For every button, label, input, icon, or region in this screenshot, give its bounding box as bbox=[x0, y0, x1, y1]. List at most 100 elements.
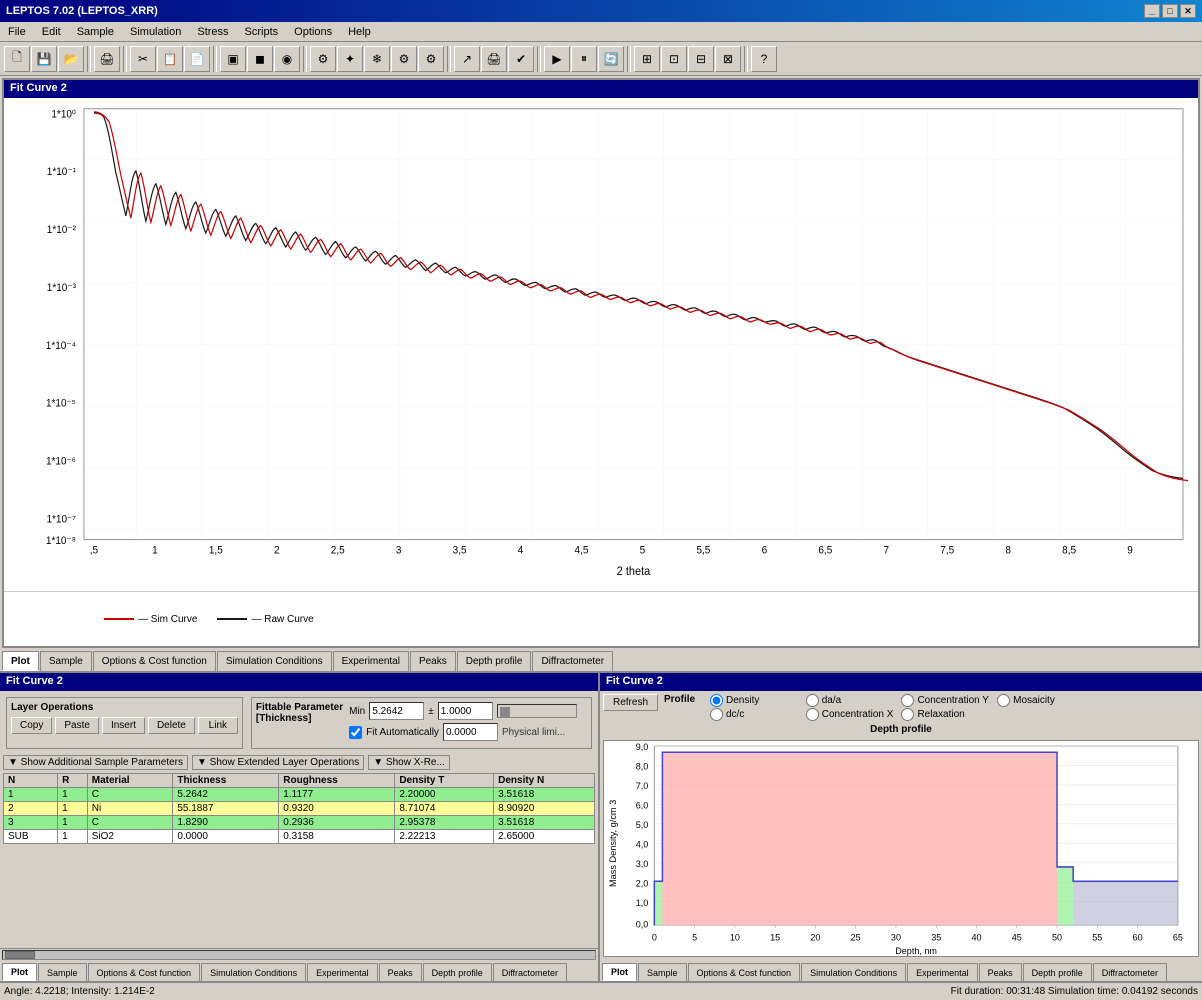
toolbar-btn13[interactable]: ↗ bbox=[454, 46, 480, 72]
tab-diffractometer[interactable]: Diffractometer bbox=[532, 651, 613, 671]
tab-options-cost[interactable]: Options & Cost function bbox=[93, 651, 216, 671]
bottom-tab-simcond-left[interactable]: Simulation Conditions bbox=[201, 963, 306, 981]
bottom-tab-sample-left[interactable]: Sample bbox=[38, 963, 87, 981]
insert-button[interactable]: Insert bbox=[102, 717, 145, 734]
menu-file[interactable]: File bbox=[4, 25, 30, 39]
toolbar-pause[interactable]: ⏸ bbox=[571, 46, 597, 72]
toolbar-btn7[interactable]: ◉ bbox=[274, 46, 300, 72]
bottom-tab-sample-right[interactable]: Sample bbox=[638, 963, 687, 981]
toolbar-print[interactable]: 🖨 bbox=[94, 46, 120, 72]
bottom-tab-plot-left[interactable]: Plot bbox=[2, 963, 37, 981]
bottom-tab-experimental-left[interactable]: Experimental bbox=[307, 963, 378, 981]
toolbar-btn5[interactable]: ▣ bbox=[220, 46, 246, 72]
toolbar-open[interactable]: 📂 bbox=[58, 46, 84, 72]
svg-text:8: 8 bbox=[1005, 545, 1011, 556]
fittable-value-input[interactable] bbox=[369, 702, 424, 720]
menu-help[interactable]: Help bbox=[344, 25, 375, 39]
copy-button[interactable]: Copy bbox=[11, 717, 52, 734]
tab-simulation-conditions[interactable]: Simulation Conditions bbox=[217, 651, 332, 671]
fittable-param-label: Fittable Parameter [Thickness] bbox=[256, 702, 343, 724]
menu-edit[interactable]: Edit bbox=[38, 25, 65, 39]
tab-plot[interactable]: Plot bbox=[2, 651, 39, 671]
toolbar-btn8[interactable]: ⚙ bbox=[310, 46, 336, 72]
menu-simulation[interactable]: Simulation bbox=[126, 25, 185, 39]
link-button[interactable]: Link bbox=[198, 717, 238, 734]
show-extended-layer-ops-button[interactable]: ▼ Show Extended Layer Operations bbox=[192, 755, 364, 770]
toolbar-btn11[interactable]: ⚙ bbox=[391, 46, 417, 72]
menu-stress[interactable]: Stress bbox=[193, 25, 232, 39]
fit-automatically-checkbox[interactable] bbox=[349, 726, 362, 739]
menu-options[interactable]: Options bbox=[290, 25, 336, 39]
bottom-tab-diffractometer-left[interactable]: Diffractometer bbox=[493, 963, 567, 981]
tab-sample[interactable]: Sample bbox=[40, 651, 92, 671]
radio-mosaicity[interactable] bbox=[997, 694, 1010, 707]
radio-concx[interactable] bbox=[806, 708, 819, 721]
radio-density[interactable] bbox=[710, 694, 723, 707]
slider[interactable] bbox=[497, 704, 577, 718]
toolbar-save[interactable]: 💾 bbox=[31, 46, 57, 72]
toolbar-btn15[interactable]: ✔ bbox=[508, 46, 534, 72]
toolbar-grid2[interactable]: ⊡ bbox=[661, 46, 687, 72]
close-button[interactable]: ✕ bbox=[1180, 4, 1196, 18]
minimize-button[interactable]: _ bbox=[1144, 4, 1160, 18]
bottom-tab-plot-right[interactable]: Plot bbox=[602, 963, 637, 981]
toolbar-grid1[interactable]: ⊞ bbox=[634, 46, 660, 72]
tab-peaks[interactable]: Peaks bbox=[410, 651, 456, 671]
toolbar-play[interactable]: ▶ bbox=[544, 46, 570, 72]
paste-button[interactable]: Paste bbox=[55, 717, 99, 734]
bottom-tab-options-left[interactable]: Options & Cost function bbox=[88, 963, 201, 981]
left-panel-title: Fit Curve 2 bbox=[0, 673, 598, 691]
toolbar-paste[interactable]: 📄 bbox=[184, 46, 210, 72]
bottom-tab-depth-left[interactable]: Depth profile bbox=[423, 963, 492, 981]
layer-table-container[interactable]: N R Material Thickness Roughness Density… bbox=[0, 773, 598, 948]
tab-depth-profile[interactable]: Depth profile bbox=[457, 651, 532, 671]
toolbar-btn12[interactable]: ⚙ bbox=[418, 46, 444, 72]
radio-dada[interactable] bbox=[806, 694, 819, 707]
radio-concy[interactable] bbox=[901, 694, 914, 707]
maximize-button[interactable]: □ bbox=[1162, 4, 1178, 18]
bottom-tab-experimental-right[interactable]: Experimental bbox=[907, 963, 978, 981]
svg-text:0,0: 0,0 bbox=[636, 919, 649, 929]
toolbar-btn10[interactable]: ❄ bbox=[364, 46, 390, 72]
depth-chart[interactable]: 9,0 8,0 7,0 6,0 5,0 4,0 3,0 2,0 1,0 0,0 … bbox=[603, 740, 1199, 957]
bottom-tab-options-right[interactable]: Options & Cost function bbox=[688, 963, 801, 981]
toolbar-copy[interactable]: 📋 bbox=[157, 46, 183, 72]
menu-scripts[interactable]: Scripts bbox=[241, 25, 283, 39]
toolbar-help[interactable]: ? bbox=[751, 46, 777, 72]
bottom-tab-depth-right[interactable]: Depth profile bbox=[1023, 963, 1092, 981]
chart-area[interactable]: 1*10⁰ 1*10⁻¹ 1*10⁻² 1*10⁻³ 1*10⁻⁴ 1*10⁻⁵… bbox=[4, 98, 1198, 591]
title-bar-buttons[interactable]: _ □ ✕ bbox=[1144, 4, 1196, 18]
toolbar-btn14[interactable]: 🖨 bbox=[481, 46, 507, 72]
second-value-input[interactable] bbox=[443, 723, 498, 741]
toolbar-new[interactable]: 🗋 bbox=[4, 46, 30, 72]
tab-experimental[interactable]: Experimental bbox=[333, 651, 409, 671]
toolbar-btn6[interactable]: ◼ bbox=[247, 46, 273, 72]
profile-radio-group: Density da/a Concentration Y Mosaicity d… bbox=[710, 694, 1085, 721]
radio-relaxation[interactable] bbox=[901, 708, 914, 721]
toolbar-refresh[interactable]: 🔄 bbox=[598, 46, 624, 72]
table-row[interactable]: SUB1SiO20.00000.31582.222132.65000 bbox=[4, 830, 595, 844]
radio-dcc[interactable] bbox=[710, 708, 723, 721]
bottom-tab-simcond-right[interactable]: Simulation Conditions bbox=[801, 963, 906, 981]
toolbar-cut[interactable]: ✂ bbox=[130, 46, 156, 72]
delete-button[interactable]: Delete bbox=[148, 717, 195, 734]
toolbar-grid3[interactable]: ⊟ bbox=[688, 46, 714, 72]
col-thickness: Thickness bbox=[173, 774, 279, 788]
toolbar-btn9[interactable]: ✦ bbox=[337, 46, 363, 72]
table-row[interactable]: 21Ni55.18870.93208.710748.90920 bbox=[4, 802, 595, 816]
toolbar-grid4[interactable]: ⊠ bbox=[715, 46, 741, 72]
refresh-button[interactable]: Refresh bbox=[603, 694, 658, 711]
menu-sample[interactable]: Sample bbox=[73, 25, 118, 39]
bottom-tab-peaks-left[interactable]: Peaks bbox=[379, 963, 422, 981]
table-row[interactable]: 11C5.26421.11772.200003.51618 bbox=[4, 788, 595, 802]
bottom-tab-peaks-right[interactable]: Peaks bbox=[979, 963, 1022, 981]
min-value-input[interactable] bbox=[438, 702, 493, 720]
show-buttons-row: ▼ Show Additional Sample Parameters ▼ Sh… bbox=[0, 755, 598, 773]
bottom-tab-bar-left: Plot Sample Options & Cost function Simu… bbox=[0, 960, 598, 982]
svg-text:2 theta: 2 theta bbox=[617, 566, 651, 578]
show-additional-params-button[interactable]: ▼ Show Additional Sample Parameters bbox=[3, 755, 188, 770]
table-row[interactable]: 31C1.82900.29362.953783.51618 bbox=[4, 816, 595, 830]
bottom-tab-diffractometer-right[interactable]: Diffractometer bbox=[1093, 963, 1167, 981]
horizontal-scrollbar[interactable] bbox=[0, 948, 598, 960]
show-xre-button[interactable]: ▼ Show X-Re... bbox=[368, 755, 450, 770]
